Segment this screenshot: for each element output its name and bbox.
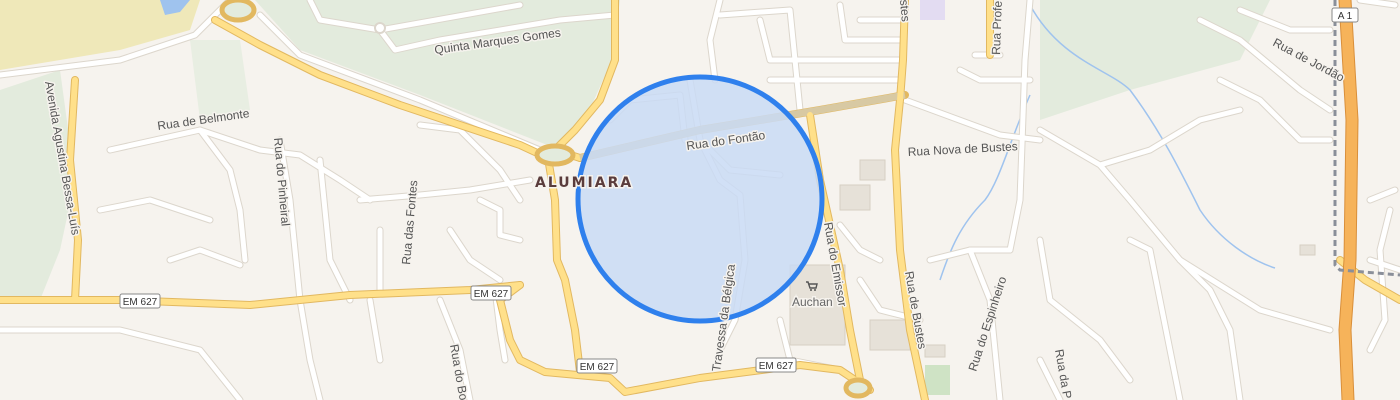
svg-text:A 1: A 1 <box>1338 11 1353 22</box>
building <box>869 319 911 351</box>
shield-em627-mid: EM 627 <box>470 285 512 301</box>
label-rua-das-fontes: Rua das Fontes <box>399 180 420 266</box>
building <box>839 184 871 211</box>
svg-text:EM 627: EM 627 <box>580 362 615 373</box>
small-roundabout <box>374 22 386 34</box>
poi-area-purple <box>920 0 945 20</box>
green-patch <box>925 365 950 395</box>
building <box>859 159 886 181</box>
poi-label-auchan: Auchan <box>792 295 833 309</box>
map-canvas[interactable]: Quinta Marques Gomes Avenida Agustina Be… <box>0 0 1400 400</box>
location-accuracy-circle <box>575 74 825 324</box>
shield-em627-east: EM 627 <box>755 357 797 373</box>
park-area-east <box>1040 0 1270 120</box>
label-rua-nova-de-bustes: Rua Nova de Bustes <box>907 139 1018 159</box>
shield-em627-west: EM 627 <box>119 293 161 309</box>
place-label-alumiara: ALUMIARA <box>535 175 633 191</box>
svg-text:EM 627: EM 627 <box>759 361 794 372</box>
label-bustes-top: stes <box>897 0 913 22</box>
svg-text:EM 627: EM 627 <box>123 297 158 308</box>
roundabout-3 <box>843 377 873 399</box>
buildings <box>789 159 1316 358</box>
shield-a1: A 1 <box>1331 7 1359 23</box>
map-view[interactable]: Quinta Marques Gomes Avenida Agustina Be… <box>0 0 1400 400</box>
roundabout-2 <box>219 0 257 23</box>
svg-text:EM 627: EM 627 <box>474 289 509 300</box>
shield-em627-south: EM 627 <box>576 358 618 374</box>
roundabout <box>534 143 576 167</box>
building <box>1299 244 1316 256</box>
label-rua-profe: Rua Profe <box>989 0 1005 55</box>
